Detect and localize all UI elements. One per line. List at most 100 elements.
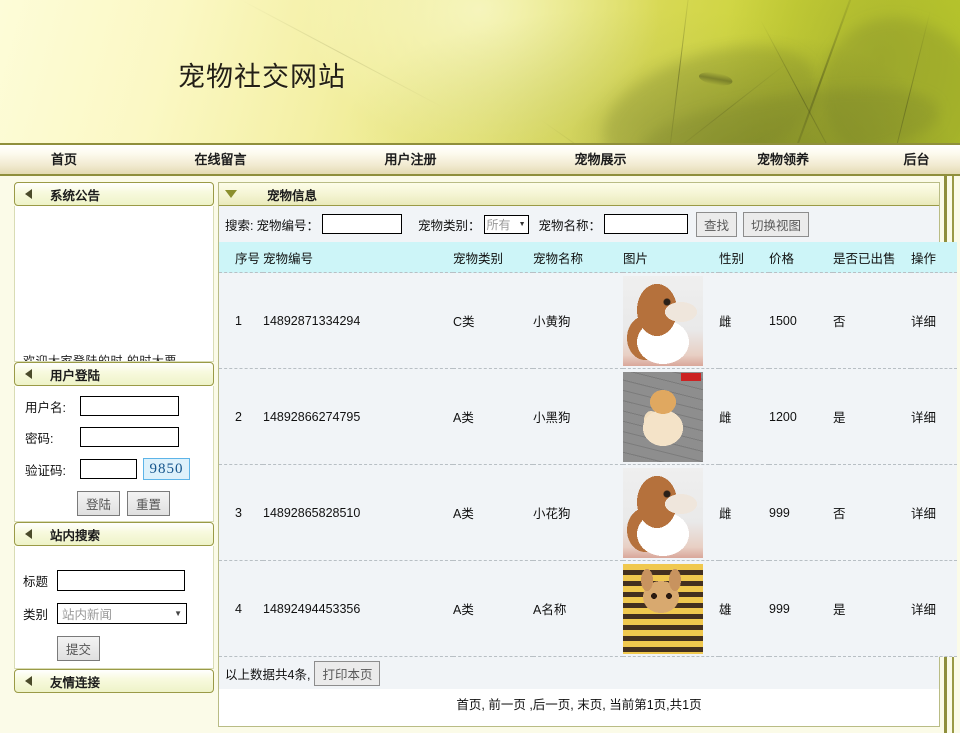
table-footer: 以上数据共4条, 打印本页 xyxy=(219,657,939,689)
nav-item-register[interactable]: 用户注册 xyxy=(313,145,508,174)
cell-index: 1 xyxy=(219,272,263,369)
cell-price: 999 xyxy=(769,560,833,657)
search-title-row: 标题 xyxy=(23,570,213,591)
search-category-row: 类别 站内新闻 ▼ xyxy=(23,603,213,624)
cell-operation: 详细 xyxy=(911,368,957,465)
main-content-panel: 宠物信息 搜索: 宠物编号： 宠物类别： 所有 ▼ 宠物名称： 查找 切换视图 xyxy=(218,182,957,727)
nav-item-pet-adopt[interactable]: 宠物领养 xyxy=(693,145,873,174)
pager-next-link[interactable]: 后一页, xyxy=(533,694,574,713)
col-header-operation: 操作 xyxy=(911,242,957,273)
pet-info-table: 序号 宠物编号 宠物类别 宠物名称 图片 性别 价格 是否已出售 操作 1 14 xyxy=(219,242,957,657)
login-username-row: 用户名: xyxy=(25,396,213,416)
cell-price: 999 xyxy=(769,464,833,561)
panel-site-search: 站内搜索 标题 类别 站内新闻 ▼ 提交 xyxy=(14,522,214,669)
search-title-input[interactable] xyxy=(57,570,185,591)
chevron-down-icon: ▼ xyxy=(174,609,182,618)
cell-sex: 雌 xyxy=(719,272,769,369)
collapse-down-triangle-icon[interactable] xyxy=(225,190,237,198)
pager-last-link[interactable]: 末页, xyxy=(577,694,605,713)
search-category-value: 站内新闻 xyxy=(62,608,113,622)
system-notice-text: 欢迎大家登陆的时 的时大要 xyxy=(23,354,177,362)
site-banner: 宠物社交网站 xyxy=(0,0,960,143)
search-category-label: 类别 xyxy=(23,608,49,622)
panel-header-system-notice[interactable]: 系统公告 xyxy=(14,182,214,206)
search-category-select[interactable]: 站内新闻 ▼ xyxy=(57,603,187,624)
col-header-index: 序号 xyxy=(219,242,263,273)
panel-header-friendly-links[interactable]: 友情连接 xyxy=(14,669,214,693)
nav-item-admin[interactable]: 后台 xyxy=(873,145,960,174)
nav-item-message[interactable]: 在线留言 xyxy=(128,145,313,174)
panel-header-site-search[interactable]: 站内搜索 xyxy=(14,522,214,546)
password-input[interactable] xyxy=(80,427,179,447)
detail-link[interactable]: 详细 xyxy=(911,507,936,521)
panel-title-friendly-links: 友情连接 xyxy=(50,675,101,690)
cell-operation: 详细 xyxy=(911,560,957,657)
login-password-row: 密码: xyxy=(25,427,213,447)
username-input[interactable] xyxy=(80,396,179,416)
captcha-input[interactable] xyxy=(80,459,137,479)
cell-pet-name: 小花狗 xyxy=(533,464,623,561)
table-row[interactable]: 4 14892494453356 A类 A名称 雄 999 是 详细 xyxy=(219,560,957,657)
pet-type-label: 宠物类别： xyxy=(418,218,481,233)
print-page-button[interactable]: 打印本页 xyxy=(314,660,381,686)
pet-photo xyxy=(623,371,703,462)
main-panel-title: 宠物信息 xyxy=(267,188,318,203)
table-row[interactable]: 3 14892865828510 A类 小花狗 雌 999 否 详细 xyxy=(219,464,957,561)
cell-index: 4 xyxy=(219,560,263,657)
table-header-row: 序号 宠物编号 宠物类别 宠物名称 图片 性别 价格 是否已出售 操作 xyxy=(219,242,957,273)
cell-sex: 雄 xyxy=(719,560,769,657)
detail-link[interactable]: 详细 xyxy=(911,603,936,617)
login-button[interactable]: 登陆 xyxy=(77,491,121,516)
detail-link[interactable]: 详细 xyxy=(911,411,936,425)
search-submit-button[interactable]: 提交 xyxy=(57,636,101,661)
cell-pet-name: A名称 xyxy=(533,560,623,657)
table-row[interactable]: 2 14892866274795 A类 小黑狗 雌 1200 是 详细 xyxy=(219,368,957,465)
table-header: 序号 宠物编号 宠物类别 宠物名称 图片 性别 价格 是否已出售 操作 xyxy=(219,242,957,273)
panel-friendly-links: 友情连接 xyxy=(14,669,214,693)
switch-view-button[interactable]: 切换视图 xyxy=(743,211,810,237)
search-title-label: 标题 xyxy=(23,575,49,589)
panel-header-user-login[interactable]: 用户登陆 xyxy=(14,362,214,386)
password-label: 密码: xyxy=(25,431,54,446)
cell-sold: 否 xyxy=(833,464,911,561)
cell-sold: 是 xyxy=(833,560,911,657)
cell-image xyxy=(623,464,719,561)
nav-item-home[interactable]: 首页 xyxy=(0,145,128,174)
cell-pet-name: 小黄狗 xyxy=(533,272,623,369)
pet-type-select[interactable]: 所有 ▼ xyxy=(483,214,529,234)
find-button[interactable]: 查找 xyxy=(696,211,738,237)
nav-item-pet-show[interactable]: 宠物展示 xyxy=(508,145,693,174)
cell-pet-no: 14892494453356 xyxy=(263,560,453,657)
main-panel-header: 宠物信息 xyxy=(219,183,939,206)
pager-prev-link[interactable]: 前一页 , xyxy=(488,694,532,713)
login-captcha-row: 验证码: 9850 xyxy=(25,458,213,480)
sidebar: 系统公告 欢迎大家登陆的时 的时大要 用户登陆 用户名: 密码: 验证码: 98… xyxy=(14,182,214,693)
panel-body-user-login: 用户名: 密码: 验证码: 9850 登陆 重置 xyxy=(14,386,214,522)
col-header-pet-name: 宠物名称 xyxy=(533,242,623,273)
table-body: 1 14892871334294 C类 小黄狗 雌 1500 否 详细 2 14… xyxy=(219,272,957,657)
site-title: 宠物社交网站 xyxy=(178,62,346,92)
collapse-triangle-icon[interactable] xyxy=(25,189,32,199)
reset-button[interactable]: 重置 xyxy=(127,491,171,516)
captcha-image[interactable]: 9850 xyxy=(143,458,190,480)
captcha-label: 验证码: xyxy=(25,463,66,478)
collapse-triangle-icon[interactable] xyxy=(25,529,32,539)
pet-search-bar: 搜索: 宠物编号： 宠物类别： 所有 ▼ 宠物名称： 查找 切换视图 xyxy=(219,206,939,242)
panel-system-notice: 系统公告 欢迎大家登陆的时 的时大要 xyxy=(14,182,214,362)
cell-image xyxy=(623,272,719,369)
pet-name-input[interactable] xyxy=(604,214,689,234)
panel-user-login: 用户登陆 用户名: 密码: 验证码: 9850 登陆 重置 xyxy=(14,362,214,522)
cell-image xyxy=(623,560,719,657)
cell-pet-type: A类 xyxy=(453,464,533,561)
collapse-triangle-icon[interactable] xyxy=(25,676,32,686)
pet-no-label: 宠物编号： xyxy=(256,218,319,233)
detail-link[interactable]: 详细 xyxy=(911,315,936,329)
pager-first-link[interactable]: 首页, xyxy=(456,694,484,713)
pet-name-label: 宠物名称： xyxy=(538,218,602,233)
main-navigation: 首页 在线留言 用户注册 宠物展示 宠物领养 后台 xyxy=(0,143,960,176)
col-header-pet-no: 宠物编号 xyxy=(263,242,453,273)
table-row[interactable]: 1 14892871334294 C类 小黄狗 雌 1500 否 详细 xyxy=(219,272,957,369)
cell-operation: 详细 xyxy=(911,272,957,369)
pet-no-input[interactable] xyxy=(322,214,402,234)
collapse-triangle-icon[interactable] xyxy=(25,369,32,379)
